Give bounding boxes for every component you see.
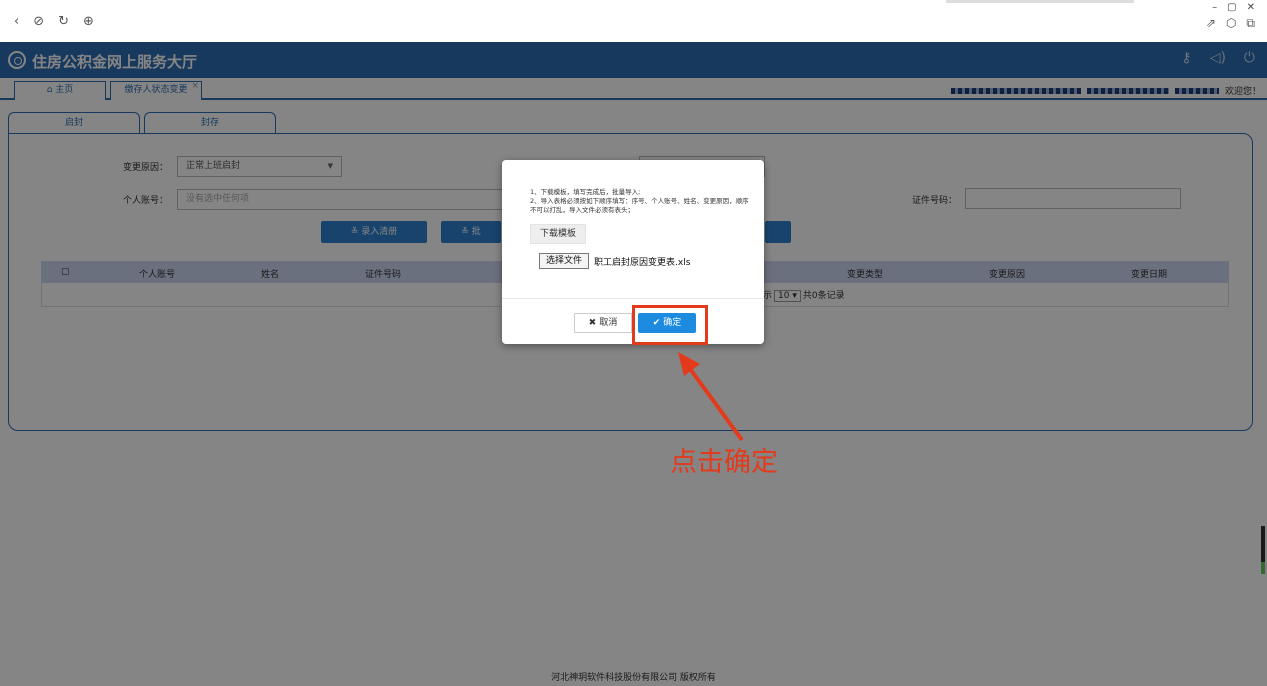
callout-text: 点击确定 <box>670 447 778 478</box>
restore-icon[interactable]: ▢ <box>1227 2 1236 13</box>
download-template-button[interactable]: 下载模板 <box>530 224 586 244</box>
minimize-icon[interactable]: – <box>1212 2 1217 13</box>
link-icon[interactable]: ⊘ <box>33 14 44 29</box>
browser-toolbar: ‹ ⊘ ↻ ⊕ – ▢ ✕ ⇗ ⬡ ⧉ <box>0 0 1267 42</box>
fullscreen-icon[interactable]: ⧉ <box>1246 16 1255 31</box>
close-icon: ✖ <box>588 318 600 328</box>
highlight-box <box>632 305 708 345</box>
arrow-annotation <box>678 352 744 442</box>
choose-file-button[interactable]: 选择文件 <box>539 253 589 269</box>
extension-icon[interactable]: ⬡ <box>1226 16 1236 31</box>
import-instructions: 1、下载模板，填写完成后，批量导入; 2、导入表格必须按如下顺序填写：序号、个人… <box>530 188 749 214</box>
share-icon[interactable]: ⇗ <box>1206 16 1216 31</box>
divider <box>502 298 764 299</box>
back-icon[interactable]: ‹ <box>14 14 19 29</box>
modal-overlay <box>0 42 1267 686</box>
cancel-button[interactable]: ✖ 取消 <box>574 313 632 333</box>
tooltip-strip <box>946 0 1134 3</box>
close-icon[interactable]: ✕ <box>1247 2 1255 13</box>
globe-icon[interactable]: ⊕ <box>83 14 94 29</box>
file-name: 职工启封原因变更表.xls <box>594 258 691 268</box>
refresh-icon[interactable]: ↻ <box>58 14 69 29</box>
